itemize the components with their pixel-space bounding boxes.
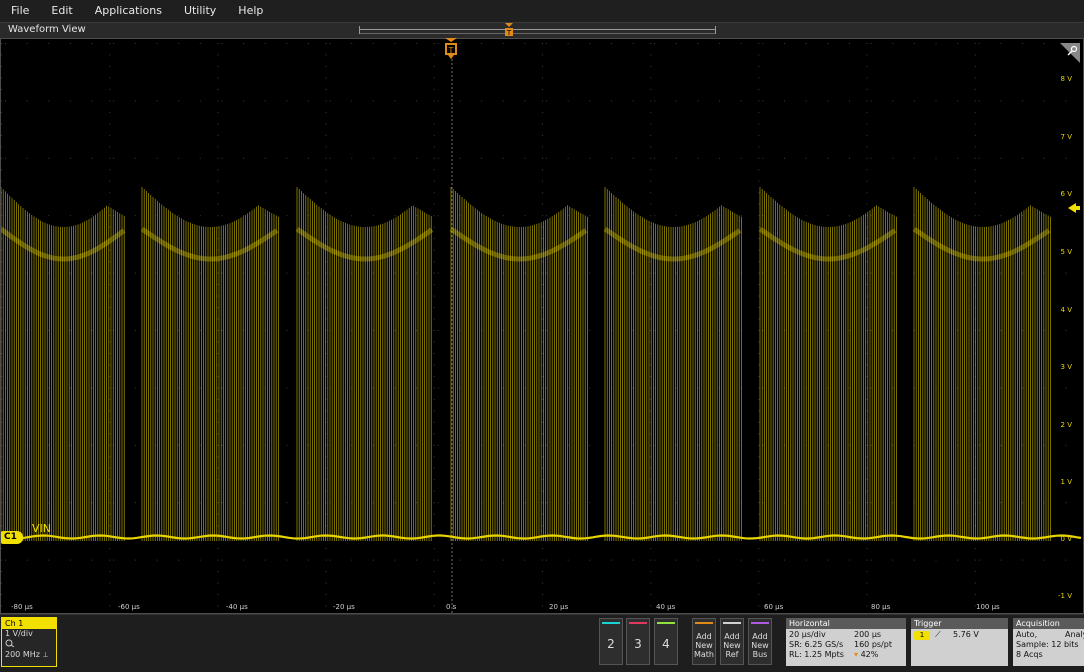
waveform-trace-area xyxy=(1,43,1082,613)
channel-1-ground-marker[interactable]: C1 xyxy=(1,531,23,544)
wrench-icon[interactable] xyxy=(1056,43,1080,67)
menu-applications[interactable]: Applications xyxy=(84,0,173,22)
acquisition-title: Acquisition xyxy=(1013,618,1084,629)
add-bus-line3: Bus xyxy=(752,650,768,659)
channel-2-label: 2 xyxy=(607,637,615,651)
volt-tick: 6 V xyxy=(1060,190,1072,198)
channel-1-bandwidth: 200 MHz xyxy=(5,650,40,659)
menu-edit[interactable]: Edit xyxy=(40,0,83,22)
volt-tick: 1 V xyxy=(1060,478,1072,486)
add-math-line1: Add xyxy=(696,632,712,641)
channel-2-button[interactable]: 2 xyxy=(599,618,623,665)
record-time: 200 µs xyxy=(854,630,882,639)
probe-icon xyxy=(2,639,56,650)
bus-color-stripe xyxy=(751,622,769,624)
volt-tick: 8 V xyxy=(1060,75,1072,83)
math-color-stripe xyxy=(695,622,713,624)
channel-3-color-stripe xyxy=(629,622,647,624)
channel-3-label: 3 xyxy=(634,637,642,651)
time-tick: 100 µs xyxy=(976,603,1000,611)
time-tick: 20 µs xyxy=(549,603,569,611)
time-tick: 0 s xyxy=(446,603,457,611)
trigger-position-icon[interactable]: T xyxy=(444,38,458,60)
horizontal-scale: 20 µs/div xyxy=(789,630,826,639)
trigger-level-arrow-icon[interactable] xyxy=(1068,202,1080,214)
menu-utility[interactable]: Utility xyxy=(173,0,227,22)
add-math-line2: New xyxy=(695,641,713,650)
trigger-panel[interactable]: Trigger 1 ⟋ 5.76 V xyxy=(911,618,1008,666)
add-bus-line2: New xyxy=(751,641,769,650)
horizontal-position: ▾ 42% xyxy=(854,650,878,660)
channel-1-badge[interactable]: Ch 1 1 V/div 200 MHz ⊥ xyxy=(1,617,57,667)
channel-3-button[interactable]: 3 xyxy=(626,618,650,665)
time-tick: 40 µs xyxy=(656,603,676,611)
volt-tick: 5 V xyxy=(1060,248,1072,256)
volt-tick: 0 V xyxy=(1060,535,1072,543)
record-view-bar[interactable] xyxy=(359,26,716,34)
acquisition-count: 8 Acqs xyxy=(1016,650,1043,659)
channel-4-color-stripe xyxy=(657,622,675,624)
channel-1-label[interactable]: VIN xyxy=(32,522,51,535)
channel-1-scale: 1 V/div xyxy=(5,629,33,638)
add-ref-line1: Add xyxy=(724,632,740,641)
add-ref-line2: New xyxy=(723,641,741,650)
sample-rate: SR: 6.25 GS/s xyxy=(789,640,844,649)
trigger-source-badge: 1 xyxy=(914,631,930,640)
position-marker-icon: ▾ xyxy=(854,650,859,659)
channel-1-badge-title: Ch 1 xyxy=(2,618,56,629)
svg-text:T: T xyxy=(506,29,512,37)
volt-tick: 2 V xyxy=(1060,421,1072,429)
ref-color-stripe xyxy=(723,622,741,624)
menubar: File Edit Applications Utility Help xyxy=(0,0,1084,22)
time-tick: 80 µs xyxy=(871,603,891,611)
channel-4-button[interactable]: 4 xyxy=(654,618,678,665)
svg-text:T: T xyxy=(448,46,454,55)
volt-tick: 7 V xyxy=(1060,133,1072,141)
record-length: RL: 1.25 Mpts xyxy=(789,650,844,659)
acquisition-mode: Auto, xyxy=(1016,630,1038,639)
channel-2-color-stripe xyxy=(602,622,620,624)
horizontal-position-value: 42% xyxy=(860,650,879,659)
time-tick: 60 µs xyxy=(764,603,784,611)
add-new-math-button[interactable]: Add New Math xyxy=(692,618,716,665)
trigger-title: Trigger xyxy=(911,618,1008,629)
acquisition-panel[interactable]: Acquisition Auto, Analy Sample: 12 bits … xyxy=(1013,618,1084,666)
add-new-bus-button[interactable]: Add New Bus xyxy=(748,618,772,665)
trigger-position-mini-icon: T xyxy=(505,23,513,37)
channel-1-waveform xyxy=(1,187,1051,541)
add-math-line3: Math xyxy=(693,650,714,659)
acquisition-sample: Sample: 12 bits xyxy=(1016,640,1079,649)
time-tick: -60 µs xyxy=(118,603,140,611)
time-tick: -40 µs xyxy=(226,603,248,611)
add-new-ref-button[interactable]: Add New Ref xyxy=(720,618,744,665)
add-ref-line3: Ref xyxy=(725,650,739,659)
settings-bar: Ch 1 1 V/div 200 MHz ⊥ 2 3 4 Add New Mat… xyxy=(0,614,1084,672)
volt-tick: -1 V xyxy=(1058,592,1072,600)
horizontal-title: Horizontal xyxy=(786,618,906,629)
menu-file[interactable]: File xyxy=(0,0,40,22)
horizontal-panel[interactable]: Horizontal 20 µs/div 200 µs SR: 6.25 GS/… xyxy=(786,618,906,666)
resolution: 160 ps/pt xyxy=(854,640,892,649)
acquisition-type: Analy xyxy=(1065,630,1084,639)
volt-tick: 4 V xyxy=(1060,306,1072,314)
channel-4-label: 4 xyxy=(662,637,670,651)
rising-edge-icon: ⟋ xyxy=(935,630,941,639)
waveform-graticule[interactable] xyxy=(0,38,1084,614)
time-tick: -80 µs xyxy=(11,603,33,611)
add-bus-line1: Add xyxy=(752,632,768,641)
bandwidth-limit-icon: ⊥ xyxy=(42,651,49,659)
waveform-view-title: Waveform View xyxy=(8,24,86,35)
volt-tick: 3 V xyxy=(1060,363,1072,371)
time-tick: -20 µs xyxy=(333,603,355,611)
trigger-level: 5.76 V xyxy=(953,630,979,639)
menu-help[interactable]: Help xyxy=(227,0,274,22)
